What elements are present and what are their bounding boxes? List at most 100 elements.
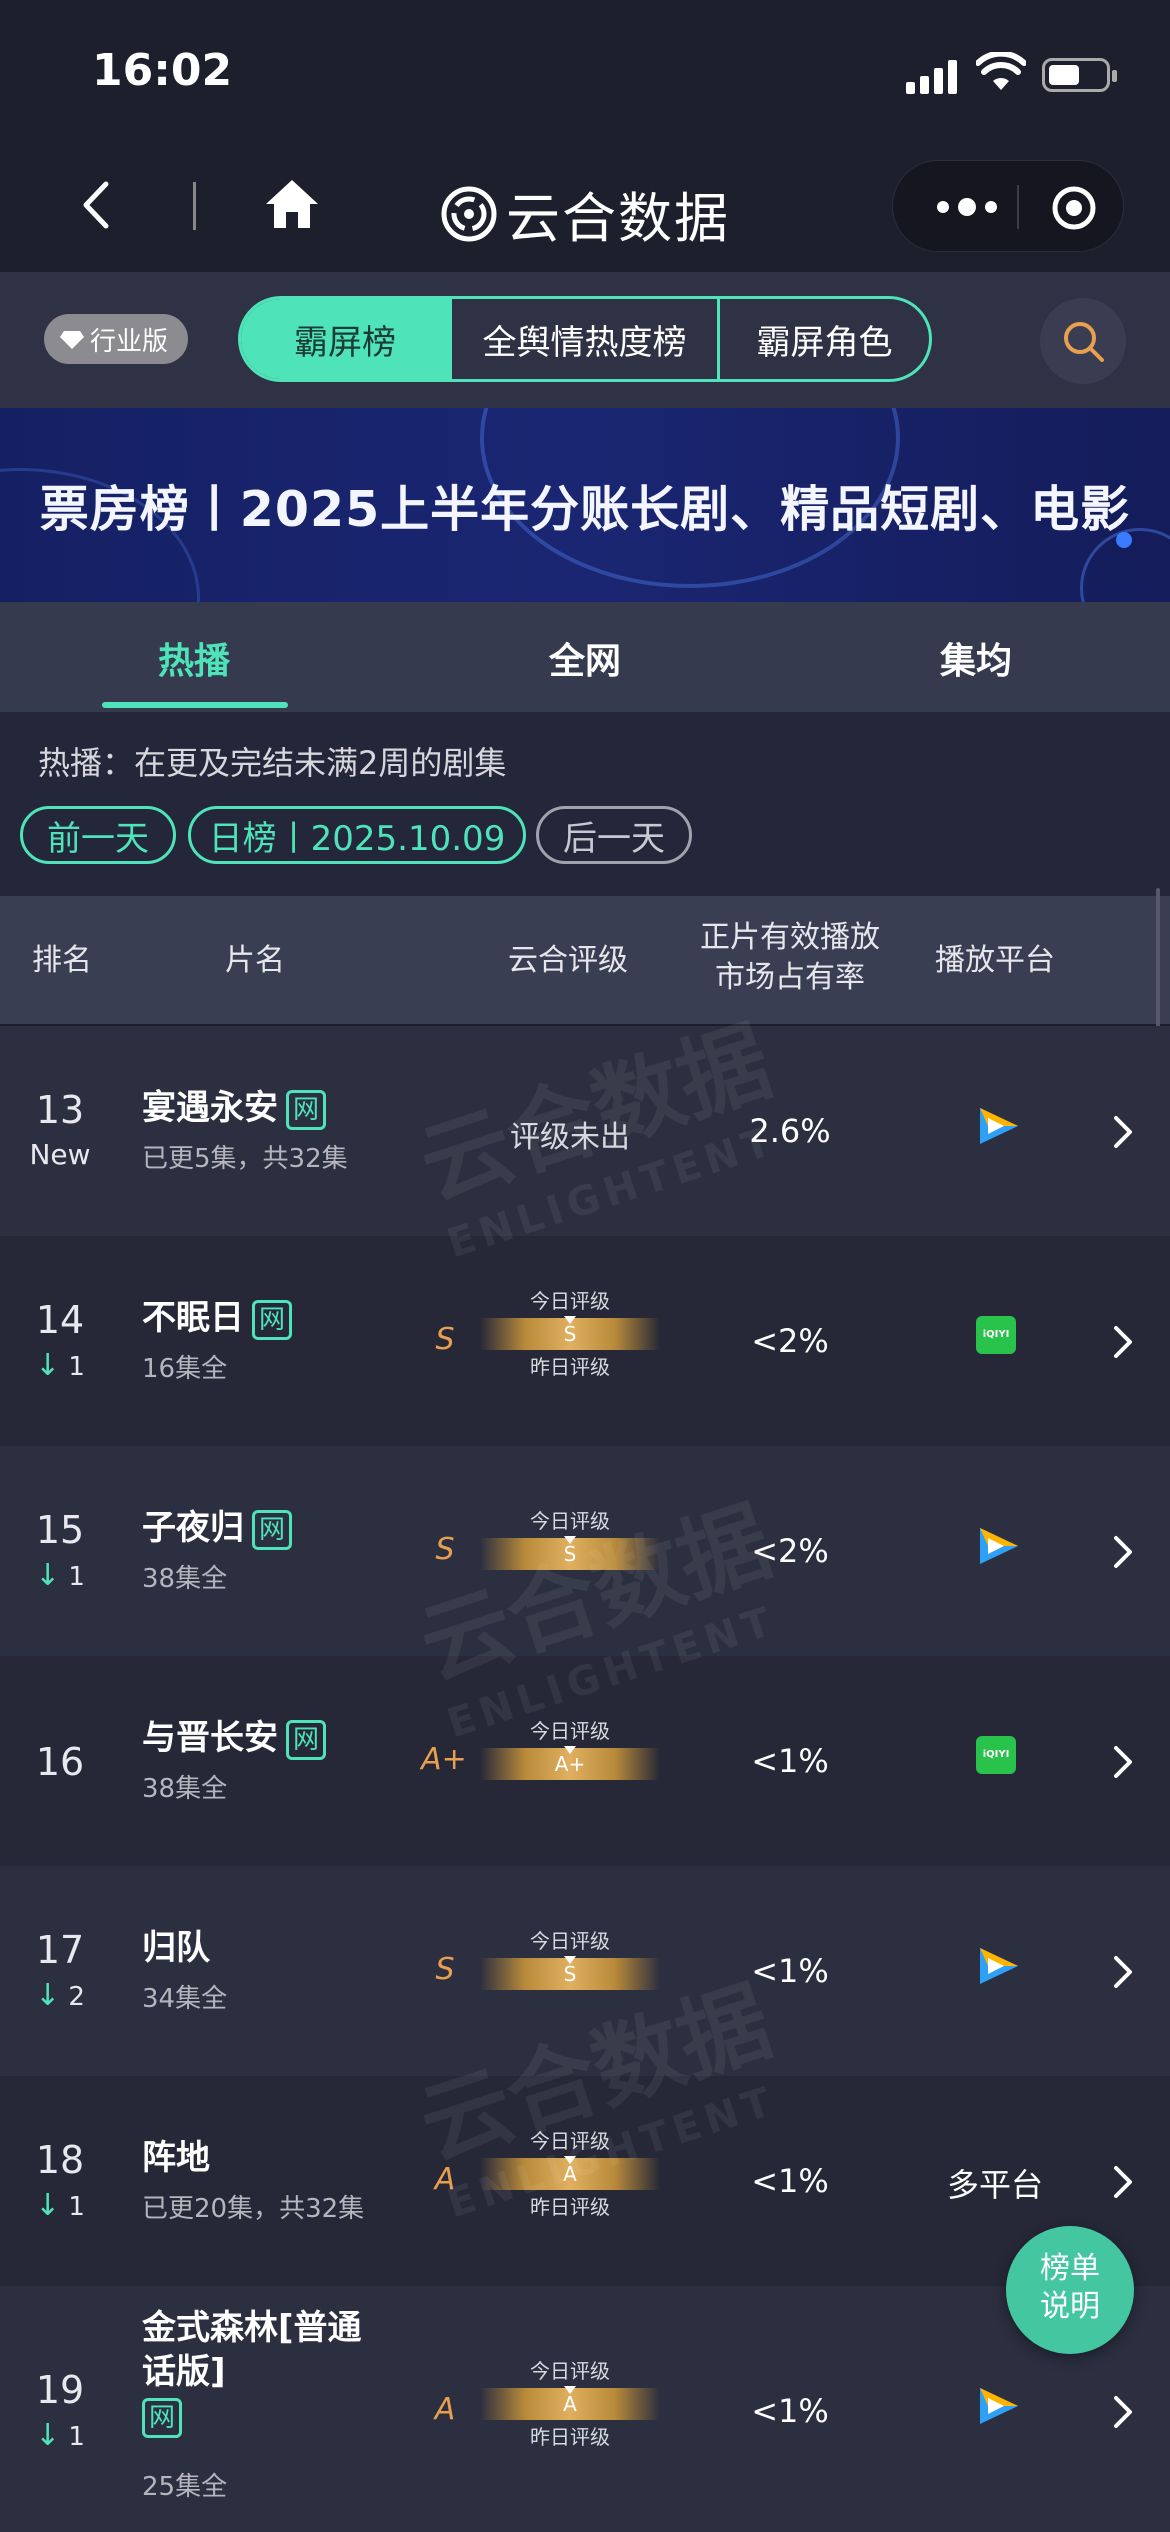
today-grade-label: 今日评级 xyxy=(530,1289,610,1313)
banner-text: 票房榜丨2025上半年分账长剧、精品短剧、电影 xyxy=(39,481,1131,538)
header-market-share-line2: 市场占有率 xyxy=(715,960,865,995)
rank-change: ↓ 1 xyxy=(20,1558,100,1593)
tab-episode-average[interactable]: 集均 xyxy=(876,632,1076,684)
chevron-right-icon[interactable] xyxy=(1108,1952,1138,1992)
tencent-video-icon xyxy=(980,1108,1018,1144)
back-arrow-icon[interactable] xyxy=(74,180,124,230)
iqiyi-icon: iQIYI xyxy=(960,1316,1030,1356)
table-row[interactable]: 18 ↓ 1 阵地 已更20集，共32集 A 今日评级 A 昨日评级 <1% 多… xyxy=(0,2076,1170,2286)
rank-number: 18 xyxy=(35,2138,85,2182)
chart-type-selector: 霸屏榜 全舆情热度榜 霸屏角色 xyxy=(238,296,932,382)
header-title: 片名 xyxy=(225,943,285,978)
today-grade-label: 今日评级 xyxy=(530,1929,610,1953)
episode-info: 25集全 xyxy=(142,2472,228,2502)
status-time: 16:02 xyxy=(92,45,233,96)
table-row[interactable]: 17 ↓ 2 归队 34集全 S 今日评级 S <1% xyxy=(0,1866,1170,2076)
search-button[interactable] xyxy=(1040,298,1126,384)
header-market-share-line1: 正片有效播放 xyxy=(700,920,880,955)
today-grade-label: 今日评级 xyxy=(530,1719,610,1743)
rank-number: 13 xyxy=(35,1088,85,1132)
grade-bar: A xyxy=(480,2386,660,2420)
rank-change-value: 1 xyxy=(68,2192,85,2222)
web-drama-badge: 网 xyxy=(286,1089,326,1130)
show-title-text: 与晋长安 xyxy=(142,1718,278,1758)
today-grade: S xyxy=(563,1962,577,1986)
table-row[interactable]: 15 ↓ 1 子夜归网 38集全 S 今日评级 S <2% xyxy=(0,1446,1170,1656)
more-menu-icon[interactable] xyxy=(931,185,1003,229)
current-date-button[interactable]: 日榜丨2025.10.09 xyxy=(188,806,526,864)
chevron-right-icon[interactable] xyxy=(1108,1112,1138,1152)
rank-change-value: 1 xyxy=(68,1352,85,1382)
show-title-line1: 金式森林[普通 xyxy=(142,2308,362,2348)
episode-info: 已更5集，共32集 xyxy=(142,1144,348,1174)
previous-grade: A+ xyxy=(421,1742,467,1777)
today-grade-label: 今日评级 xyxy=(530,1509,610,1533)
tab-all-network[interactable]: 全网 xyxy=(485,632,685,684)
table-row[interactable]: 14 ↓ 1 不眠日网 16集全 S 今日评级 S 昨日评级 <2% iQIYI xyxy=(0,1236,1170,1446)
next-day-button[interactable]: 后一天 xyxy=(536,806,692,864)
market-share: 2.6% xyxy=(749,1112,831,1150)
grade-gauge: 今日评级 S 昨日评级 xyxy=(480,1288,660,1380)
grade-bar: A+ xyxy=(480,1746,660,1780)
grade-gauge: 今日评级 A+ xyxy=(480,1718,660,1784)
platform-multi: 多平台 xyxy=(946,2166,1043,2204)
diamond-icon xyxy=(60,331,84,349)
today-grade: S xyxy=(563,1542,577,1566)
episode-info: 已更20集，共32集 xyxy=(142,2194,365,2224)
show-title: 归队 xyxy=(142,1928,210,1968)
arrow-down-icon: ↓ xyxy=(35,2188,61,2223)
header-platform: 播放平台 xyxy=(935,943,1055,978)
segment-bapingbang[interactable]: 霸屏榜 xyxy=(241,299,449,379)
search-icon xyxy=(1064,322,1104,362)
segment-characters[interactable]: 霸屏角色 xyxy=(717,299,929,379)
rank-change: ↓ 1 xyxy=(20,1348,100,1383)
web-drama-badge: 网 xyxy=(286,1719,326,1760)
show-title: 金式森林[普通 话版] 网 xyxy=(142,2306,362,2438)
show-title: 宴遇永安网 xyxy=(142,1086,326,1130)
home-icon[interactable] xyxy=(262,176,322,232)
close-mini-program-icon[interactable] xyxy=(1051,185,1097,231)
market-share: <1% xyxy=(751,1952,829,1990)
header-rank: 排名 xyxy=(32,943,92,978)
app-brand: 云合数据 xyxy=(440,174,730,253)
battery-icon xyxy=(1042,58,1117,92)
edition-badge[interactable]: 行业版 xyxy=(44,314,189,364)
edition-label: 行业版 xyxy=(90,326,169,357)
rank-number: 15 xyxy=(35,1508,85,1552)
episode-info: 38集全 xyxy=(142,1564,228,1594)
rank-number: 16 xyxy=(35,1740,85,1784)
show-title-text: 宴遇永安 xyxy=(142,1088,278,1128)
market-share: <2% xyxy=(751,1532,829,1570)
market-share: <1% xyxy=(751,1742,829,1780)
previous-grade: A xyxy=(434,2392,456,2427)
iqiyi-logo-text: iQIYI xyxy=(976,1736,1016,1774)
episode-info: 16集全 xyxy=(142,1354,228,1384)
grade-bar: S xyxy=(480,1536,660,1570)
ranking-explanation-button[interactable]: 榜单 说明 xyxy=(1006,2226,1134,2354)
table-row[interactable]: 13 New 宴遇永安网 已更5集，共32集 评级未出 2.6% xyxy=(0,1026,1170,1236)
segment-public-opinion[interactable]: 全舆情热度榜 xyxy=(449,299,717,379)
fab-line1: 榜单 xyxy=(1040,2251,1100,2286)
iqiyi-logo-text: iQIYI xyxy=(976,1316,1016,1354)
chevron-right-icon[interactable] xyxy=(1108,1532,1138,1572)
rank-change-value: 1 xyxy=(68,1562,85,1592)
app-name: 云合数据 xyxy=(506,187,730,250)
app-logo-icon xyxy=(441,186,497,241)
table-row[interactable]: 19 ↓ 1 金式森林[普通 话版] 网 25集全 A 今日评级 A 昨日评级 … xyxy=(0,2286,1170,2532)
tab-hot[interactable]: 热播 xyxy=(94,632,294,684)
promo-banner[interactable]: 票房榜丨2025上半年分账长剧、精品短剧、电影 xyxy=(0,408,1170,602)
today-grade: A xyxy=(563,2162,577,2186)
chevron-right-icon[interactable] xyxy=(1108,2392,1138,2432)
previous-grade: S xyxy=(435,1322,455,1357)
status-bar: 16:02 xyxy=(0,0,1170,140)
previous-grade: A xyxy=(434,2162,456,2197)
chevron-right-icon[interactable] xyxy=(1108,2162,1138,2202)
rank-number: 17 xyxy=(35,1928,85,1972)
table-row[interactable]: 16 与晋长安网 38集全 A+ 今日评级 A+ <1% iQIYI xyxy=(0,1656,1170,1866)
grade-gauge: 今日评级 A 昨日评级 xyxy=(480,2128,660,2220)
table-header: 排名 片名 云合评级 正片有效播放 市场占有率 播放平台 xyxy=(0,896,1170,1026)
tencent-video-icon xyxy=(980,2388,1018,2424)
chevron-right-icon[interactable] xyxy=(1108,1742,1138,1782)
chevron-right-icon[interactable] xyxy=(1108,1322,1138,1362)
previous-day-button[interactable]: 前一天 xyxy=(20,806,176,864)
